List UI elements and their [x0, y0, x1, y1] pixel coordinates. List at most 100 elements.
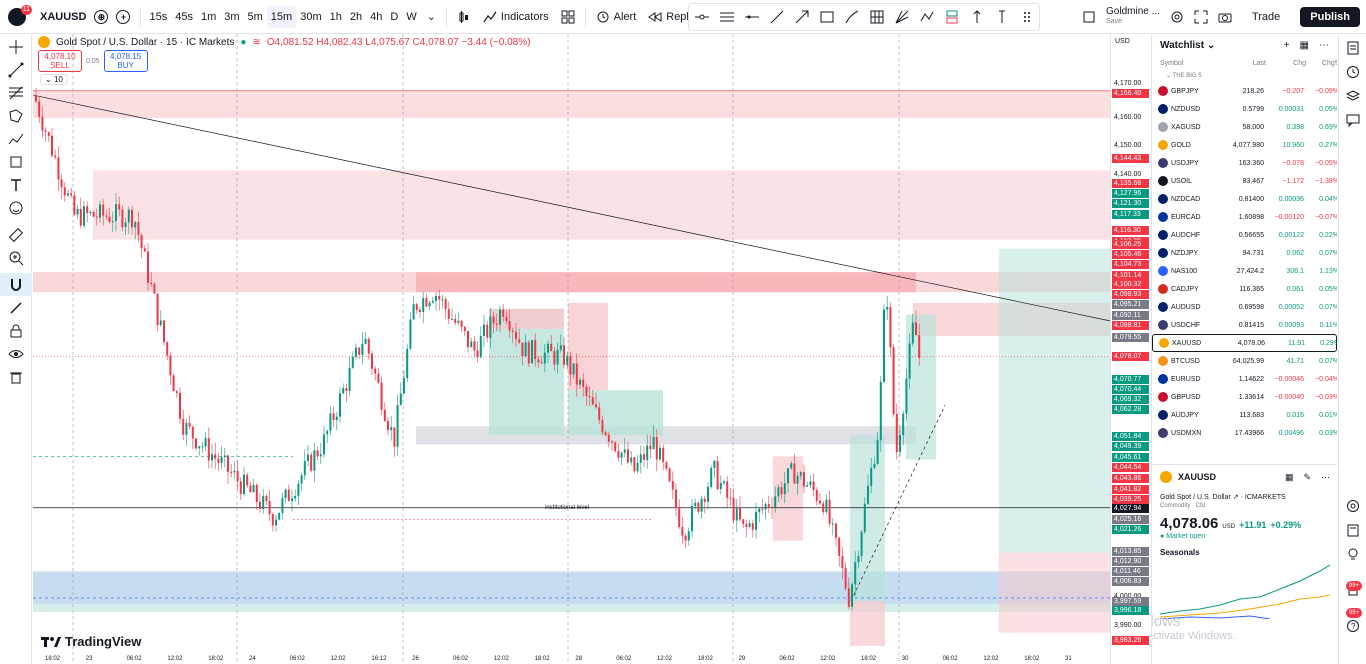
zoom-tool[interactable]	[0, 246, 32, 269]
timeframe-1m[interactable]: 1m	[197, 6, 220, 28]
crosshair-tool[interactable]	[0, 35, 32, 58]
watchlist-row[interactable]: AUDJPY 113.683 0.016 0.01%	[1152, 406, 1337, 424]
text-tool[interactable]	[0, 173, 32, 196]
timeframe-1h[interactable]: 1h	[326, 6, 346, 28]
timeframe-45s[interactable]: 45s	[171, 6, 197, 28]
chart-title[interactable]: Gold Spot / U.S. Dollar · 15 · IC Market…	[56, 37, 234, 48]
column-header-last[interactable]: Last	[1226, 60, 1266, 67]
watchlist-row[interactable]: NZDUSD 0.5799 0.00031 0.05%	[1152, 100, 1337, 118]
more-icon[interactable]: ⋯	[1319, 40, 1329, 51]
pattern-tool[interactable]	[0, 104, 32, 127]
timeframe-2h[interactable]: 2h	[346, 6, 366, 28]
camera-icon[interactable]	[1218, 10, 1232, 24]
price-level-label[interactable]: 4,100.32	[1112, 280, 1149, 289]
watchlist-row[interactable]: USDJPY 163.360 −0.078 −0.05%	[1152, 154, 1337, 172]
price-level-label[interactable]: 4,166.40	[1112, 89, 1149, 98]
add-symbol-icon[interactable]: +	[116, 9, 131, 24]
horizontal-line-icon[interactable]	[694, 9, 710, 25]
price-level-label[interactable]: 4,039.25	[1112, 495, 1149, 504]
price-level-label[interactable]: 4,021.26	[1112, 525, 1149, 534]
details-symbol[interactable]: XAUUSD	[1178, 472, 1216, 482]
price-level-label[interactable]: 4,117.33	[1112, 210, 1149, 219]
sell-button[interactable]: 4,078.10 SELL	[38, 50, 82, 72]
watchlist-group-header[interactable]: ⌄ THE BIG 5	[1152, 70, 1337, 82]
price-level-label[interactable]: 4,069.32	[1112, 395, 1149, 404]
watchlist-row[interactable]: AUDUSD 0.69598 0.00052 0.07%	[1152, 298, 1337, 316]
price-level-label[interactable]: 4,105.46	[1112, 250, 1149, 259]
trend-line-tool[interactable]	[0, 58, 32, 81]
price-level-label[interactable]: 4,135.68	[1112, 179, 1149, 188]
price-level-label[interactable]: 4,025.16	[1112, 515, 1149, 524]
price-level-label[interactable]: 4,051.84	[1112, 432, 1149, 441]
target-sidebar-button[interactable]	[1339, 494, 1366, 518]
timeframe-3m[interactable]: 3m	[220, 6, 243, 28]
buy-button[interactable]: 4,078.15 BUY	[103, 50, 148, 72]
price-level-label[interactable]: 4,043.86	[1112, 474, 1149, 483]
layers-sidebar-button[interactable]	[1339, 84, 1366, 108]
watchlist-row[interactable]: GBPUSD 1.33614 −0.00040 −0.03%	[1152, 388, 1337, 406]
rectangle-icon[interactable]	[819, 9, 835, 25]
projection-tool[interactable]	[0, 127, 32, 150]
price-level-label[interactable]: 4,079.55	[1112, 333, 1149, 342]
edit-icon[interactable]: ✎	[1303, 472, 1311, 483]
column-header-chg[interactable]: Chg	[1266, 60, 1306, 67]
price-level-label[interactable]: 3,983.26	[1112, 636, 1149, 645]
watchlist-row[interactable]: GBPJPY 218.26 −0.207 −0.09%	[1152, 82, 1337, 100]
price-axis[interactable]: USD 4,170.00 4,160.00 4,150.00 4,140.00 4,00…	[1110, 34, 1150, 664]
seasonals-title[interactable]: Seasonals	[1160, 548, 1330, 557]
column-header-symbol[interactable]: Symbol	[1160, 60, 1226, 67]
long-position-icon[interactable]	[944, 9, 960, 25]
alerts-sidebar-button[interactable]	[1339, 60, 1366, 84]
watchlist-row[interactable]: NZDJPY 94.731 0.062 0.07%	[1152, 244, 1337, 262]
price-level-label[interactable]: 4,062.28	[1112, 405, 1149, 414]
fullscreen-icon[interactable]	[1194, 10, 1208, 24]
price-level-label[interactable]: 4,121.30	[1112, 199, 1149, 208]
watchlist-row[interactable]: BTCUSD 64,025.99 41.71 0.07%	[1152, 352, 1337, 370]
lock-tool[interactable]	[0, 319, 32, 342]
ruler-tool[interactable]	[0, 223, 32, 246]
trend-line-icon[interactable]	[769, 9, 785, 25]
price-level-label[interactable]: 4,049.39	[1112, 442, 1149, 451]
price-level-label[interactable]: 4,044.54	[1112, 463, 1149, 472]
arrow-icon[interactable]	[794, 9, 810, 25]
visibility-tool[interactable]	[0, 342, 32, 365]
column-header-chgpct[interactable]: Chg%	[1306, 60, 1337, 67]
price-level-label[interactable]: 3,996.18	[1112, 606, 1149, 615]
calendar-sidebar-button[interactable]	[1339, 518, 1366, 542]
price-level-label[interactable]: 4,027.94	[1112, 504, 1149, 513]
price-range-icon[interactable]	[969, 9, 985, 25]
price-level-label[interactable]: 4,011.46	[1112, 567, 1149, 576]
watchlist-row[interactable]: GOLD 4,077.980 10.960 0.27%	[1152, 136, 1337, 154]
timeframe-D[interactable]: D	[386, 6, 402, 28]
stay-drawing-tool[interactable]	[0, 296, 32, 319]
price-level-label[interactable]: 4,116.30	[1112, 226, 1149, 235]
price-level-label[interactable]: 4,070.44	[1112, 385, 1149, 394]
price-level-label[interactable]: 4,070.77	[1112, 375, 1149, 384]
grid-view-icon[interactable]: ▦	[1285, 472, 1294, 483]
price-level-label[interactable]: 4,012.90	[1112, 557, 1149, 566]
price-level-label[interactable]: 4,041.82	[1112, 485, 1149, 494]
chart-pane[interactable]: Gold Spot / U.S. Dollar · 15 · IC Market…	[33, 34, 1110, 664]
watchlist-row[interactable]: XAUUSD 4,078.06 11.91 0.29%	[1152, 334, 1337, 352]
price-level-label[interactable]: 4,104.73	[1112, 260, 1149, 269]
watchlist-row[interactable]: USDCHF 0.81415 0.00093 0.11%	[1152, 316, 1337, 334]
magnet-tool[interactable]	[0, 273, 32, 296]
watchlist-row[interactable]: USOIL 83.467 −1.172 −1.38%	[1152, 172, 1337, 190]
watchlist-row[interactable]: AUDCHF 0.56655 0.00122 0.22%	[1152, 226, 1337, 244]
time-axis[interactable]: 18:02 23 06:02 12:02 18:02 24 06:02 12:02 16:12 2…	[33, 656, 1110, 664]
trade-button[interactable]: Trade	[1242, 7, 1290, 27]
path-icon[interactable]	[919, 9, 935, 25]
shapes-tool[interactable]	[0, 150, 32, 173]
brush-icon[interactable]	[844, 9, 860, 25]
advanced-view-icon[interactable]: ▦	[1300, 40, 1309, 51]
ideas-sidebar-button[interactable]	[1339, 542, 1366, 566]
watchlist-sidebar-button[interactable]	[1339, 36, 1366, 60]
watchlist-row[interactable]: NZDCAD 0.81400 0.00036 0.04%	[1152, 190, 1337, 208]
fib-fan-icon[interactable]	[894, 9, 910, 25]
price-level-label[interactable]: 4,098.93	[1112, 290, 1149, 299]
timeframe-4h[interactable]: 4h	[366, 6, 386, 28]
timeframe-15s[interactable]: 15s	[145, 6, 171, 28]
watchlist-row[interactable]: USDMXN 17.43966 0.00496 0.03%	[1152, 424, 1337, 442]
watchlist-row[interactable]: CADJPY 116.365 0.061 0.05%	[1152, 280, 1337, 298]
watchlist-title[interactable]: Watchlist ⌄	[1160, 40, 1215, 51]
